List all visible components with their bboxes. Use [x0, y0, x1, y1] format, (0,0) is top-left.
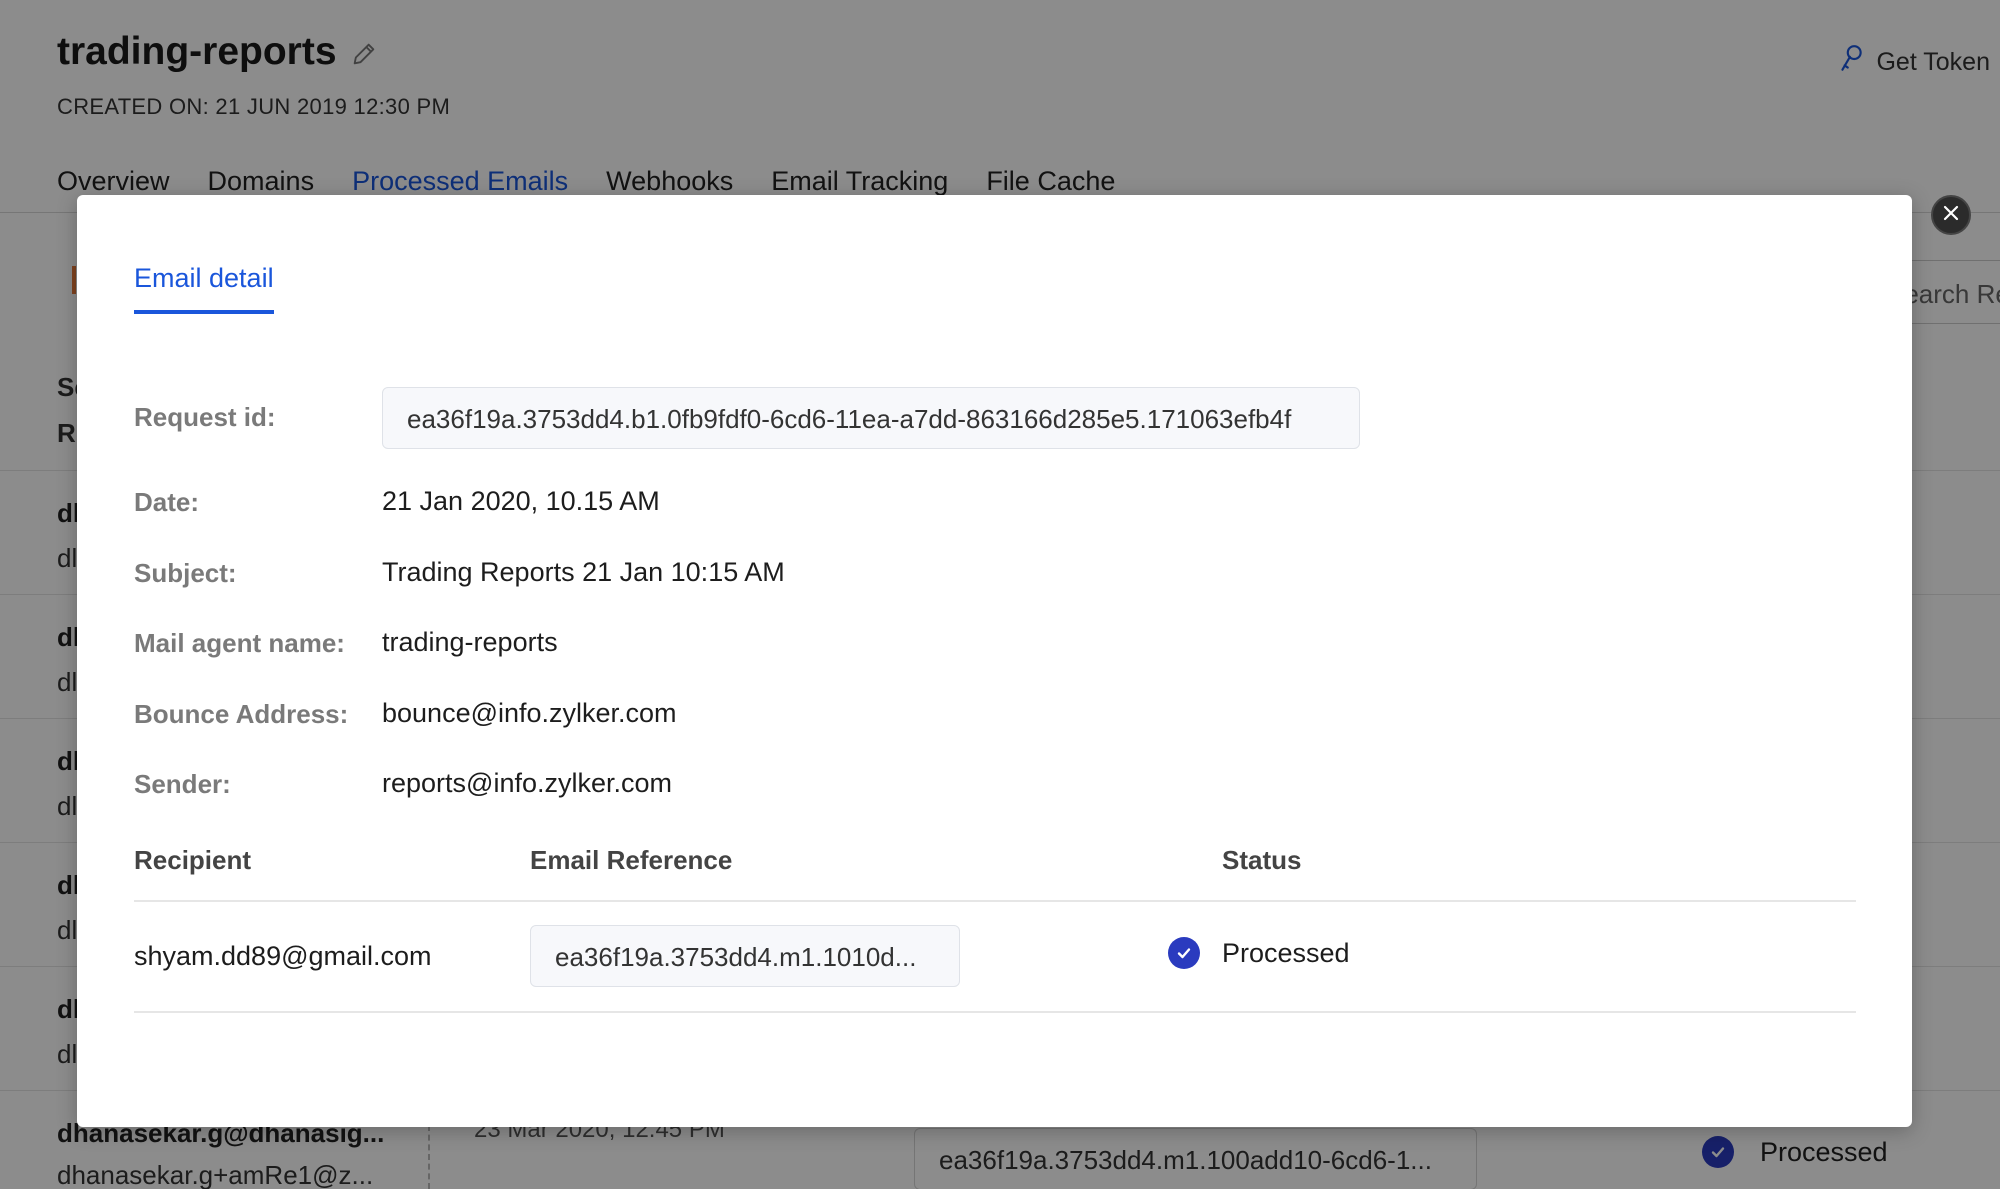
status-cell: Processed — [1168, 937, 1350, 969]
sender-value: reports@info.zylker.com — [382, 768, 672, 798]
date-value: 21 Jan 2020, 10.15 AM — [382, 486, 660, 516]
table-bottom-divider — [134, 1011, 1856, 1013]
sender-label: Sender: — [134, 769, 231, 799]
request-id-value[interactable]: ea36f19a.3753dd4.b1.0fb9fdf0-6cd6-11ea-a… — [382, 387, 1360, 449]
email-reference-value[interactable]: ea36f19a.3753dd4.m1.1010d... — [530, 925, 960, 987]
request-id-label: Request id: — [134, 402, 276, 432]
status-label: Processed — [1222, 937, 1350, 968]
mail-agent-value: trading-reports — [382, 627, 558, 657]
table-header-divider — [134, 900, 1856, 902]
mail-agent-label: Mail agent name: — [134, 628, 345, 658]
subject-label: Subject: — [134, 558, 237, 588]
check-circle-icon — [1168, 937, 1200, 969]
email-reference-header: Email Reference — [530, 845, 733, 875]
recipient-header: Recipient — [134, 845, 252, 875]
tab-email-detail[interactable]: Email detail — [134, 263, 274, 314]
close-icon — [1942, 204, 1960, 227]
recipient-email: shyam.dd89@gmail.com — [134, 941, 432, 971]
status-header: Status — [1222, 845, 1302, 875]
date-label: Date: — [134, 487, 200, 517]
bounce-address-label: Bounce Address: — [134, 699, 349, 729]
subject-value: Trading Reports 21 Jan 10:15 AM — [382, 557, 785, 587]
email-detail-modal: Email detail Request id: ea36f19a.3753dd… — [77, 195, 1912, 1127]
close-modal-button[interactable] — [1931, 195, 1971, 235]
bounce-address-value: bounce@info.zylker.com — [382, 698, 677, 728]
